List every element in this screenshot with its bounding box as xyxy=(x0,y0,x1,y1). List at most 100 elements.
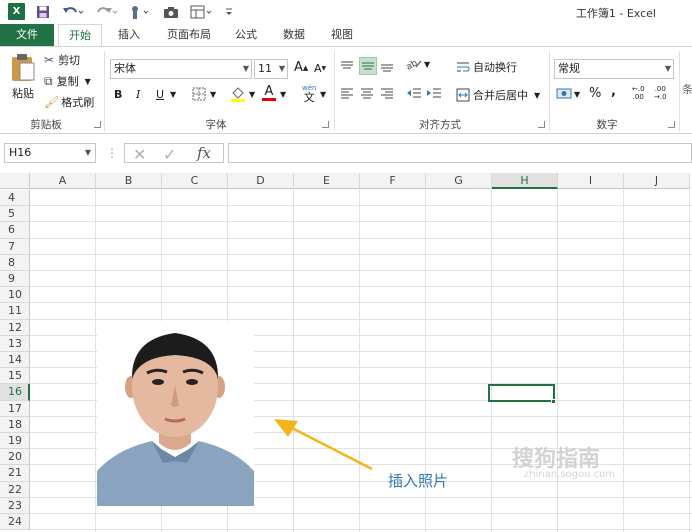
number-format-combo[interactable]: 常规 ▼ xyxy=(554,59,674,79)
undo-icon[interactable] xyxy=(60,3,86,21)
row-header-10[interactable]: 10 xyxy=(0,287,30,304)
row-header-17[interactable]: 17 xyxy=(0,400,30,417)
more-options-icon[interactable]: ⋮ xyxy=(106,146,118,160)
insert-function-icon[interactable]: fx xyxy=(197,144,211,162)
row-header-18[interactable]: 18 xyxy=(0,416,30,433)
grow-font-button[interactable]: A ▲ xyxy=(294,60,308,75)
percent-button[interactable]: % xyxy=(589,86,601,101)
bold-button[interactable]: B xyxy=(114,88,122,101)
fill-color-button[interactable]: ▼ xyxy=(230,85,255,103)
accounting-format-button[interactable]: ▼ xyxy=(556,87,580,101)
form-icon[interactable] xyxy=(188,3,216,21)
customize-qat-icon[interactable] xyxy=(222,3,236,21)
enter-icon[interactable]: ✓ xyxy=(163,145,176,164)
orientation-button[interactable]: ab ▼ xyxy=(406,57,430,71)
column-header-i[interactable]: I xyxy=(558,173,624,189)
tab-file[interactable]: 文件 xyxy=(0,24,54,46)
redo-icon[interactable] xyxy=(94,3,120,21)
font-launcher-icon[interactable] xyxy=(322,121,329,128)
align-middle-button[interactable] xyxy=(359,57,377,75)
shrink-font-button[interactable]: A ▼ xyxy=(314,62,326,75)
row-header-8[interactable]: 8 xyxy=(0,254,30,271)
phonetic-dropdown-icon[interactable]: ▼ xyxy=(320,90,326,99)
row-header-13[interactable]: 13 xyxy=(0,335,30,352)
font-name-combo[interactable]: 宋体 ▼ xyxy=(110,59,252,79)
column-header-c[interactable]: C xyxy=(162,173,228,189)
tab-insert[interactable]: 插入 xyxy=(108,24,150,46)
row-header-21[interactable]: 21 xyxy=(0,465,30,482)
align-top-button[interactable] xyxy=(340,57,358,75)
align-right-button[interactable] xyxy=(380,87,394,99)
cancel-icon[interactable]: ✕ xyxy=(133,145,146,164)
column-header-j[interactable]: J xyxy=(624,173,690,189)
row-header-7[interactable]: 7 xyxy=(0,238,30,255)
format-painter-button[interactable]: 🖌 格式刷 xyxy=(44,94,94,110)
row-header-5[interactable]: 5 xyxy=(0,206,30,223)
merge-center-button[interactable]: 合并后居中 ▼ xyxy=(456,87,540,103)
fill-handle[interactable] xyxy=(551,399,556,404)
increase-indent-icon xyxy=(427,88,441,98)
align-center-button[interactable] xyxy=(360,87,374,99)
align-bottom-button[interactable] xyxy=(380,57,398,75)
row-header-22[interactable]: 22 xyxy=(0,481,30,498)
row-header-11[interactable]: 11 xyxy=(0,303,30,320)
inserted-photo[interactable] xyxy=(97,321,254,506)
decrease-decimal-button[interactable]: .00 →.0 xyxy=(654,85,667,101)
worksheet-grid[interactable]: 24 23 22 21 20 19 18 17 16 15 14 13 12 11 10 9 8 7 6 5 4 J I H G… xyxy=(0,173,692,532)
wrap-text-button[interactable]: 自动换行 xyxy=(456,59,517,75)
column-header-h[interactable]: H xyxy=(492,173,558,189)
tab-view[interactable]: 视图 xyxy=(322,24,362,46)
select-all-corner[interactable] xyxy=(0,173,30,189)
column-header-b[interactable]: B xyxy=(96,173,162,189)
italic-button[interactable]: I xyxy=(136,88,140,101)
copy-button[interactable]: ⧉ 复制 ▼ xyxy=(44,73,91,89)
row-header-4[interactable]: 4 xyxy=(0,190,30,207)
merge-dropdown-icon[interactable]: ▼ xyxy=(534,91,540,100)
name-box[interactable]: H16 ▼ xyxy=(4,143,96,163)
row-header-14[interactable]: 14 xyxy=(0,352,30,369)
column-header-g[interactable]: G xyxy=(426,173,492,189)
copy-dropdown-icon[interactable]: ▼ xyxy=(85,77,91,86)
font-color-dropdown-icon[interactable]: ▼ xyxy=(280,90,286,99)
increase-indent-button[interactable] xyxy=(426,87,442,99)
tab-formulas[interactable]: 公式 xyxy=(226,24,266,46)
tab-data[interactable]: 数据 xyxy=(274,24,314,46)
row-header-16[interactable]: 16 xyxy=(0,384,30,401)
row-header-9[interactable]: 9 xyxy=(0,271,30,288)
formula-input[interactable] xyxy=(228,143,692,163)
underline-button[interactable]: U xyxy=(156,88,164,101)
alignment-launcher-icon[interactable] xyxy=(538,121,545,128)
row-header-15[interactable]: 15 xyxy=(0,368,30,385)
font-size-combo[interactable]: 11 ▼ xyxy=(254,59,288,79)
touch-mode-icon[interactable] xyxy=(126,3,152,21)
paste-button[interactable]: 粘贴 xyxy=(6,53,40,113)
row-header-19[interactable]: 19 xyxy=(0,433,30,450)
number-launcher-icon[interactable] xyxy=(668,121,675,128)
column-header-d[interactable]: D xyxy=(228,173,294,189)
row-header-6[interactable]: 6 xyxy=(0,222,30,239)
row-header-24[interactable]: 24 xyxy=(0,514,30,531)
column-header-f[interactable]: F xyxy=(360,173,426,189)
save-icon[interactable] xyxy=(34,3,52,21)
cut-button[interactable]: ✂ 剪切 xyxy=(44,52,80,68)
comma-button[interactable]: , xyxy=(611,84,616,99)
font-color-button[interactable]: A xyxy=(262,85,276,101)
row-header-12[interactable]: 12 xyxy=(0,319,30,336)
camera-icon[interactable] xyxy=(162,3,180,21)
decrease-indent-button[interactable] xyxy=(406,87,422,99)
column-header-a[interactable]: A xyxy=(30,173,96,189)
underline-dropdown-icon[interactable]: ▼ xyxy=(170,90,176,99)
tab-home[interactable]: 开始 xyxy=(58,24,102,47)
tab-page-layout[interactable]: 页面布局 xyxy=(158,24,220,46)
column-header-e[interactable]: E xyxy=(294,173,360,189)
phonetic-button[interactable]: wén 文 xyxy=(302,83,316,103)
align-left-button[interactable] xyxy=(340,87,354,99)
borders-button[interactable]: ▼ xyxy=(192,87,216,101)
clipboard-launcher-icon[interactable] xyxy=(94,121,101,128)
active-cell-h16[interactable] xyxy=(488,383,555,402)
increase-decimal-button[interactable]: ←.0.00 xyxy=(632,85,645,101)
formula-bar: H16 ▼ ⋮ ✕ ✓ fx xyxy=(0,138,692,168)
styles-group-partial[interactable]: 条 xyxy=(682,81,692,97)
row-header-20[interactable]: 20 xyxy=(0,449,30,466)
row-header-23[interactable]: 23 xyxy=(0,497,30,514)
